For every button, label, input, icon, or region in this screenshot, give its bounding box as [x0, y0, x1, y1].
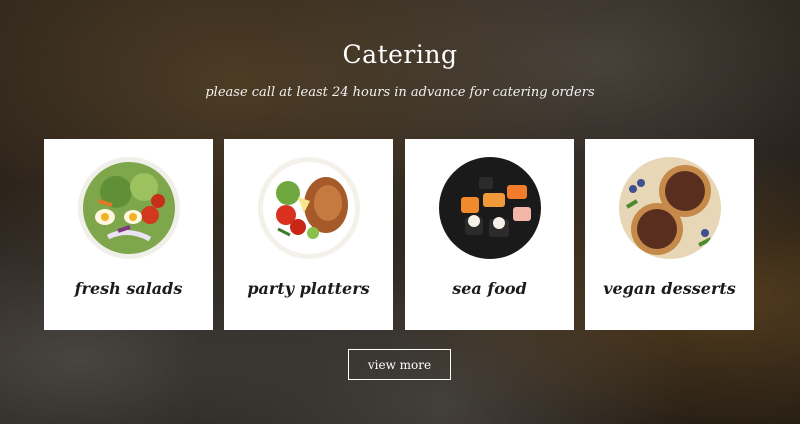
view-more-button[interactable]: view more — [348, 349, 451, 380]
tart-image — [619, 157, 721, 259]
page-title: Catering — [342, 40, 458, 69]
card-sea-food[interactable]: sea food — [405, 139, 574, 330]
page-subtitle: please call at least 24 hours in advance… — [205, 85, 595, 100]
card-label: fresh salads — [74, 279, 183, 298]
sushi-image — [439, 157, 541, 259]
platter-image — [258, 157, 360, 259]
card-label: vegan desserts — [603, 279, 736, 298]
salad-image — [78, 157, 180, 259]
card-fresh-salads[interactable]: fresh salads — [44, 139, 213, 330]
card-label: sea food — [452, 279, 527, 298]
card-label: party platters — [247, 279, 370, 298]
card-vegan-desserts[interactable]: vegan desserts — [585, 139, 754, 330]
card-party-platters[interactable]: party platters — [224, 139, 393, 330]
